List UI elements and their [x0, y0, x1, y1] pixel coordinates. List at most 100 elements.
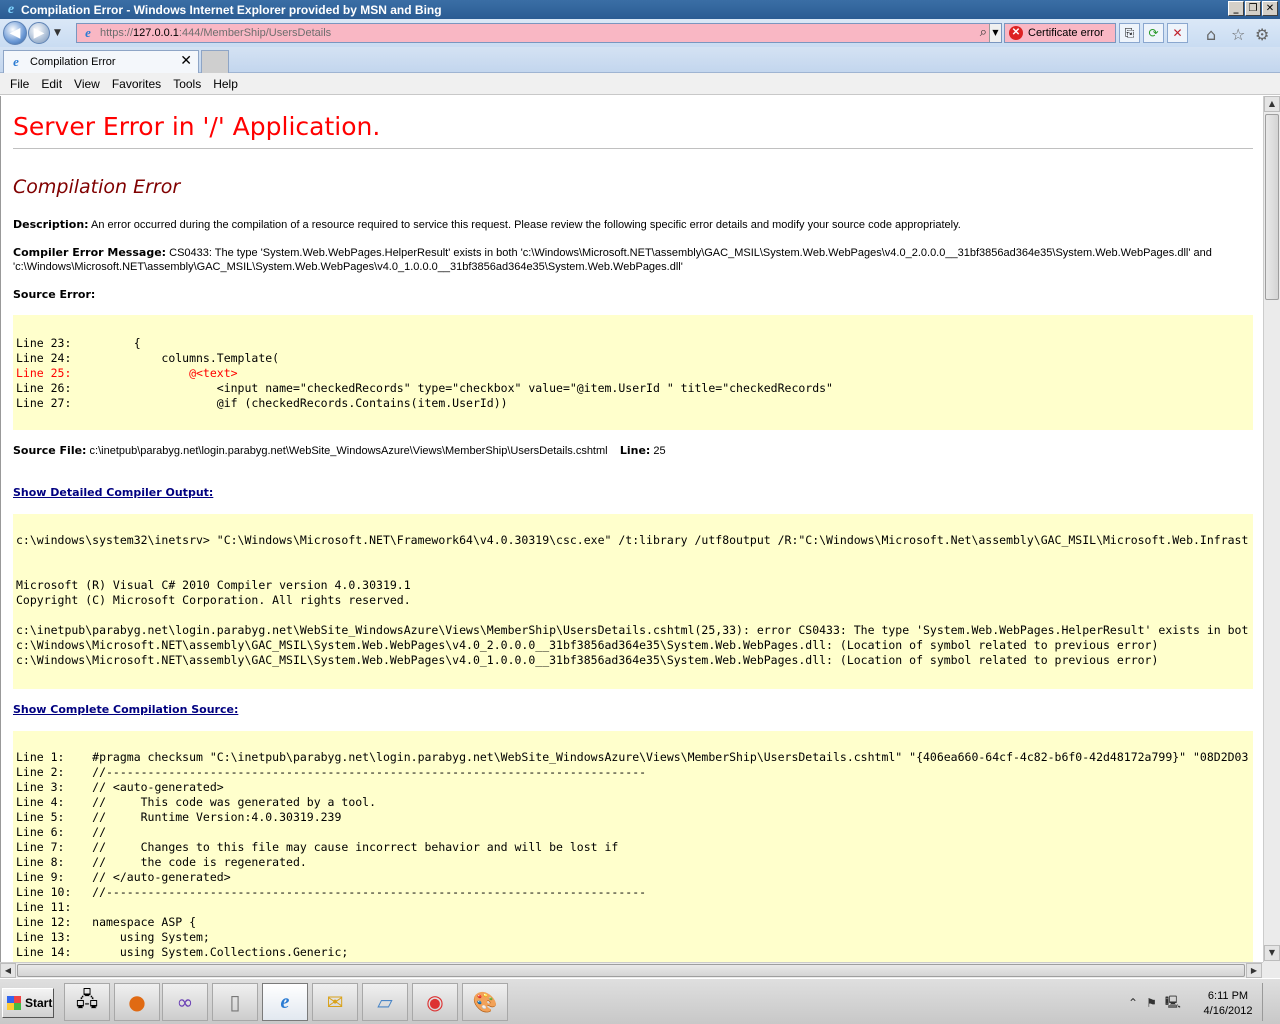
taskbar-firefox[interactable]: ● — [114, 983, 160, 1021]
vertical-scroll-thumb[interactable] — [1265, 114, 1279, 300]
compiler-message-line2: 'c:\Windows\Microsoft.NET\assembly\GAC_M… — [13, 261, 683, 273]
paint-icon: 🎨 — [472, 990, 498, 1014]
menu-tools[interactable]: Tools — [167, 77, 207, 91]
compilation-source-line: Line 4: // This code was generated by a … — [16, 795, 377, 809]
menu-view[interactable]: View — [68, 77, 106, 91]
window-titlebar: e Compilation Error - Windows Internet E… — [0, 0, 1280, 19]
forward-button[interactable]: ▶ — [28, 22, 50, 44]
compiler-output-line: c:\Windows\Microsoft.NET\assembly\GAC_MS… — [16, 653, 1159, 667]
taskbar-outlook[interactable]: ✉ — [312, 983, 358, 1021]
internet-explorer-icon: e — [280, 990, 290, 1013]
menu-file[interactable]: File — [4, 77, 35, 91]
menu-favorites[interactable]: Favorites — [106, 77, 167, 91]
compiler-output-line — [16, 548, 1253, 563]
menu-edit[interactable]: Edit — [35, 77, 68, 91]
compiler-output-line — [16, 608, 1253, 623]
firefox-icon: ● — [128, 990, 146, 1014]
heading-divider — [13, 148, 1253, 149]
show-hidden-icons-icon[interactable]: ⌃ — [1128, 996, 1138, 1010]
search-icon[interactable]: ⌕ — [980, 25, 987, 40]
tab-label: Compilation Error — [30, 56, 116, 68]
taskbar-notepad[interactable]: ▱ — [362, 983, 408, 1021]
page-heading: Server Error in '/' Application. — [13, 112, 381, 141]
notepad-icon: ▱ — [377, 990, 393, 1014]
action-center-flag-icon[interactable]: ⚑ — [1146, 996, 1157, 1010]
start-button[interactable]: Start — [2, 988, 54, 1018]
show-complete-compilation-source-link[interactable]: Show Complete Compilation Source: — [13, 703, 238, 716]
forward-arrow-icon: ▶ — [33, 25, 45, 41]
certificate-error-button[interactable]: ✕ Certificate error — [1004, 23, 1116, 43]
window-title: Compilation Error - Windows Internet Exp… — [21, 2, 442, 17]
window-controls: _ ❐ ✕ — [1228, 1, 1278, 16]
tools-gear-icon[interactable]: ⚙ — [1255, 25, 1269, 44]
compilation-source-line: Line 8: // the code is regenerated. — [16, 855, 307, 869]
address-dropdown-button[interactable]: ▼ — [989, 24, 1001, 42]
menu-help[interactable]: Help — [207, 77, 244, 91]
minimize-button[interactable]: _ — [1228, 1, 1244, 16]
home-icon[interactable]: ⌂ — [1206, 25, 1216, 44]
scroll-left-arrow-icon[interactable]: ◀ — [0, 963, 16, 978]
refresh-button[interactable]: ⟳ — [1143, 23, 1164, 43]
file-server-icon: ▯ — [229, 990, 241, 1014]
menu-bar: File Edit View Favorites Tools Help — [0, 73, 1280, 95]
horizontal-scrollbar[interactable]: ◀ ▶ — [0, 962, 1263, 978]
page-viewport: Server Error in '/' Application. Compila… — [0, 96, 1263, 962]
taskbar: Start 🖧 ● ∞ ▯ e ✉ ▱ ◉ 🎨 ⌃ ⚑ 🖳 6:11 PM 4/… — [0, 978, 1280, 1024]
compilation-source-line: Line 11: — [16, 900, 72, 914]
certificate-error-icon: ✕ — [1009, 26, 1023, 40]
taskbar-visual-studio[interactable]: ∞ — [162, 983, 208, 1021]
description-label: Description: — [13, 218, 89, 231]
taskbar-internet-explorer[interactable]: e — [262, 983, 308, 1021]
compilation-source-line: Line 5: // Runtime Version:4.0.30319.239 — [16, 810, 342, 824]
vertical-scrollbar[interactable]: ▲ ▼ — [1263, 96, 1280, 962]
address-bar[interactable]: e https://127.0.0.1:444/MemberShip/Users… — [76, 23, 1002, 43]
url-path: :444/MemberShip/UsersDetails — [178, 27, 332, 39]
compilation-source-line: Line 6: // — [16, 825, 107, 839]
clock-time: 6:11 PM — [1207, 990, 1249, 1002]
compilation-source-line: Line 3: // <auto-generated> — [16, 780, 224, 794]
source-file-value: c:\inetpub\parabyg.net\login.parabyg.net… — [89, 445, 608, 457]
show-desktop-button[interactable] — [1262, 983, 1278, 1021]
network-icon[interactable]: 🖳 — [1165, 993, 1181, 1014]
taskbar-file-server[interactable]: ▯ — [212, 983, 258, 1021]
line-value: 25 — [653, 445, 666, 457]
new-tab-button[interactable] — [201, 50, 229, 73]
compiler-message-paragraph: Compiler Error Message: CS0433: The type… — [13, 246, 1212, 274]
source-error-heading: Source Error: — [13, 288, 95, 302]
close-tab-icon[interactable]: ✕ — [180, 53, 192, 69]
address-url[interactable]: https://127.0.0.1:444/MemberShip/UsersDe… — [100, 27, 331, 39]
show-detailed-compiler-output-link[interactable]: Show Detailed Compiler Output: — [13, 486, 213, 499]
nav-tools: ⎘ ⟳ ✕ — [1119, 23, 1188, 43]
compiler-output-code-block: c:\windows\system32\inetsrv> "C:\Windows… — [13, 514, 1253, 689]
tab-compilation-error[interactable]: e Compilation Error ✕ — [3, 50, 199, 73]
line-label: Line: — [619, 444, 651, 457]
source-error-code-block: Line 23: {Line 24: columns.Template(Line… — [13, 315, 1253, 430]
source-error-line: Line 27: @if (checkedRecords.Contains(it… — [16, 396, 508, 410]
recent-pages-dropdown[interactable]: ▼ — [54, 28, 64, 38]
tab-page-icon: e — [13, 54, 19, 69]
scroll-down-arrow-icon[interactable]: ▼ — [1264, 945, 1280, 961]
tab-bar: e Compilation Error ✕ — [0, 47, 1280, 73]
taskbar-server-manager[interactable]: 🖧 — [64, 983, 110, 1021]
system-clock[interactable]: 6:11 PM 4/16/2012 — [1198, 989, 1258, 1019]
horizontal-scroll-thumb[interactable] — [17, 964, 1245, 977]
compatibility-view-button[interactable]: ⎘ — [1119, 23, 1140, 43]
start-label: Start — [25, 996, 53, 1010]
page-subheading: Compilation Error — [13, 176, 181, 198]
favorites-star-icon[interactable]: ☆ — [1231, 25, 1245, 44]
scroll-up-arrow-icon[interactable]: ▲ — [1264, 96, 1280, 112]
stop-icon: ✕ — [1172, 26, 1183, 40]
compiler-output-line: c:\Windows\Microsoft.NET\assembly\GAC_MS… — [16, 638, 1159, 652]
close-window-button[interactable]: ✕ — [1262, 1, 1278, 16]
back-button[interactable]: ◀ — [3, 21, 27, 45]
compilation-source-line: Line 9: // </auto-generated> — [16, 870, 231, 884]
taskbar-chrome[interactable]: ◉ — [412, 983, 458, 1021]
compiler-message-line1: CS0433: The type 'System.Web.WebPages.He… — [169, 247, 1212, 259]
taskbar-paint[interactable]: 🎨 — [462, 983, 508, 1021]
description-text: An error occurred during the compilation… — [91, 219, 961, 231]
restore-button[interactable]: ❐ — [1245, 1, 1261, 16]
stop-button[interactable]: ✕ — [1167, 23, 1188, 43]
compatibility-view-icon: ⎘ — [1124, 26, 1135, 40]
scroll-right-arrow-icon[interactable]: ▶ — [1246, 963, 1262, 978]
compilation-source-line: Line 14: using System.Collections.Generi… — [16, 945, 349, 959]
